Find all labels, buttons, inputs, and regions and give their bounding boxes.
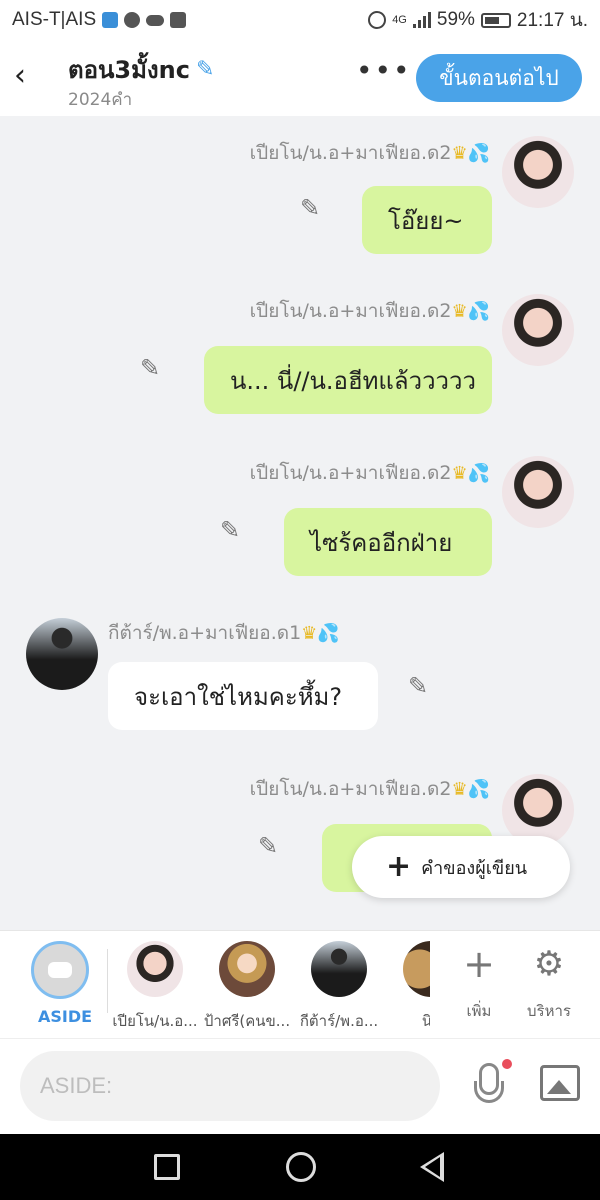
battery-icon (480, 12, 511, 28)
droplet-icon: 💦 (467, 301, 490, 322)
chapter-header: ‹ ตอน3มั้งnc ✎ 2024คำ ••• ขั้นตอนต่อไป (0, 40, 600, 116)
avatar[interactable] (502, 136, 574, 208)
plus-icon: + (463, 942, 495, 986)
recents-icon[interactable] (154, 1154, 180, 1180)
system-nav-bar (0, 1134, 600, 1200)
character-item[interactable]: นิร (386, 941, 430, 1033)
sender-name: เปียโน/น.อ+มาเฟียอ.ด2♛💦 (249, 778, 490, 800)
droplet-icon: 💦 (467, 143, 490, 164)
edit-title-icon[interactable]: ✎ (196, 57, 214, 82)
plus-icon: + (386, 849, 412, 884)
manage-characters-button[interactable]: ⚙ บริหาร (520, 941, 578, 1023)
sender-name: กีต้าร์/พ.อ+มาเฟียอ.ด1♛💦 (108, 622, 340, 644)
character-name: กีต้าร์/พ.อ... (299, 1012, 379, 1030)
avatar (403, 941, 430, 997)
cloud-icon (146, 14, 165, 26)
sender-name: เปียโน/น.อ+มาเฟียอ.ด2♛💦 (249, 300, 490, 322)
back-triangle-icon[interactable] (420, 1152, 444, 1182)
avatar (127, 941, 183, 997)
clock: 21:17 น. (516, 10, 588, 31)
pencil-icon[interactable]: ✎ (300, 194, 320, 222)
chat-bubble-icon (48, 962, 72, 978)
add-character-button[interactable]: + เพิ่ม (456, 941, 502, 1023)
divider (107, 949, 108, 1013)
droplet-icon: 💦 (467, 463, 490, 484)
crown-icon: ♛ (451, 301, 468, 322)
chapter-title-text: ตอน3มั้งnc (68, 56, 190, 84)
character-item[interactable]: กีต้าร์/พ.อ... (294, 941, 384, 1033)
character-name: นิร (421, 1012, 430, 1030)
next-step-button[interactable]: ขั้นตอนต่อไป (416, 54, 582, 102)
message-bubble[interactable]: จะเอาใช่ไหมคะหึ้ม? (108, 662, 378, 730)
aside-button[interactable] (31, 941, 89, 999)
status-bar: AIS-T|AIS 4G 59% 21:17 น. (0, 0, 600, 40)
signal-icon (412, 12, 431, 28)
aside-label: ASIDE (38, 1007, 93, 1026)
crown-icon: ♛ (301, 623, 318, 644)
droplet-icon: 💦 (467, 779, 490, 800)
home-icon[interactable] (286, 1152, 316, 1182)
pencil-icon[interactable]: ✎ (140, 354, 160, 382)
back-arrow-icon[interactable]: ‹ (14, 58, 26, 93)
manage-label: บริหาร (527, 1002, 571, 1020)
message-input[interactable] (20, 1051, 440, 1121)
author-note-button[interactable]: + คำของผู้เขียน (352, 836, 570, 898)
gear-icon: ⚙ (533, 944, 565, 984)
sender-name: เปียโน/น.อ+มาเฟียอ.ด2♛💦 (249, 142, 490, 164)
sender-name: เปียโน/น.อ+มาเฟียอ.ด2♛💦 (249, 462, 490, 484)
crown-icon: ♛ (451, 779, 468, 800)
battery-percent: 59% (436, 9, 475, 30)
more-options-icon[interactable]: ••• (356, 54, 412, 87)
facebook-icon (170, 12, 187, 28)
pencil-icon[interactable]: ✎ (220, 516, 240, 544)
character-name: เปียโน/น.อ... (112, 1012, 198, 1030)
character-bar: ASIDE เปียโน/น.อ... ป้าศรี(คนข... กีต้าร… (0, 930, 600, 1038)
messenger-icon (124, 12, 141, 28)
image-icon[interactable] (540, 1065, 580, 1101)
microphone-icon[interactable] (470, 1059, 512, 1113)
avatar[interactable] (26, 618, 98, 690)
crown-icon: ♛ (451, 463, 468, 484)
security-icon (102, 12, 119, 28)
character-list[interactable]: เปียโน/น.อ... ป้าศรี(คนข... กีต้าร์/พ.อ.… (110, 931, 430, 1039)
author-note-label: คำของผู้เขียน (421, 857, 528, 879)
avatar[interactable] (502, 456, 574, 528)
pencil-icon[interactable]: ✎ (258, 832, 278, 860)
message-bubble[interactable]: ไซร้คออีกฝ่าย (284, 508, 492, 576)
network-type: 4G (392, 14, 407, 26)
message-bubble[interactable]: โอ๊ยย~ (362, 186, 492, 254)
character-item[interactable]: เปียโน/น.อ... (110, 941, 200, 1033)
carrier-name: AIS-T|AIS (12, 9, 97, 30)
crown-icon: ♛ (451, 143, 468, 164)
pencil-icon[interactable]: ✎ (408, 672, 428, 700)
avatar[interactable] (502, 294, 574, 366)
avatar (311, 941, 367, 997)
recording-dot (502, 1059, 512, 1069)
character-name: ป้าศรี(คนข... (203, 1012, 291, 1030)
chat-area[interactable]: เปียโน/น.อ+มาเฟียอ.ด2♛💦 โอ๊ยย~ ✎ เปียโน/… (0, 116, 600, 930)
droplet-icon: 💦 (317, 623, 340, 644)
message-bubble[interactable]: น... นี่//น.อฮีทแล้ววววว (204, 346, 492, 414)
word-count: 2024คำ (68, 90, 133, 110)
alarm-icon (368, 11, 387, 29)
composer-bar (0, 1038, 600, 1134)
character-item[interactable]: ป้าศรี(คนข... (202, 941, 292, 1033)
add-label: เพิ่ม (466, 1002, 492, 1020)
chapter-title[interactable]: ตอน3มั้งnc ✎ (68, 50, 214, 89)
avatar (219, 941, 275, 997)
